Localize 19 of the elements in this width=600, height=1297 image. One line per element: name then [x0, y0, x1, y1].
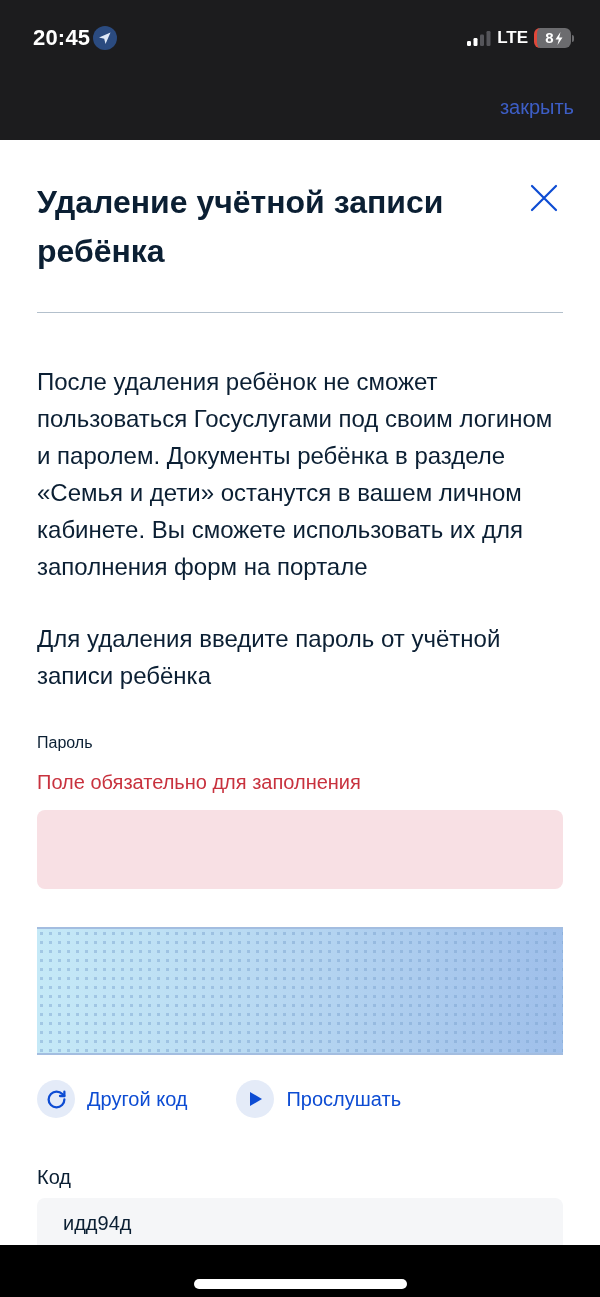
- refresh-icon: [37, 1080, 75, 1118]
- home-indicator-icon: [193, 1279, 407, 1289]
- battery-percent: 8: [545, 29, 554, 47]
- error-message: Поле обязательно для заполнения: [37, 770, 362, 795]
- dialog-title: Удаление учётной записи ребёнка: [37, 183, 445, 271]
- code-label: Код: [37, 1165, 72, 1190]
- network-type: LTE: [497, 28, 528, 48]
- status-time: 20:45: [33, 25, 91, 51]
- password-field[interactable]: [37, 810, 563, 889]
- code-field[interactable]: идд94д: [37, 1198, 563, 1245]
- bolt-icon: [554, 31, 563, 45]
- description-text: После удаления ребёнок не сможет пользоваться Госуслугами под своим логином и паролем. Документы ребёнка в разделе «Семья и дети» останутся в вашем личном кабинете. Вы сможете использовать их для заполнения форм на портале: [37, 367, 554, 582]
- signal-icon: [467, 30, 492, 46]
- play-icon: [236, 1080, 275, 1118]
- refresh-code-button[interactable]: Другой код: [37, 1080, 188, 1118]
- password-label: Пароль: [37, 733, 94, 753]
- close-icon: [530, 184, 558, 212]
- listen-button[interactable]: Прослушать: [236, 1080, 402, 1118]
- instruction-text: Для удаления введите пароль от учётной записи ребёнка: [37, 624, 502, 691]
